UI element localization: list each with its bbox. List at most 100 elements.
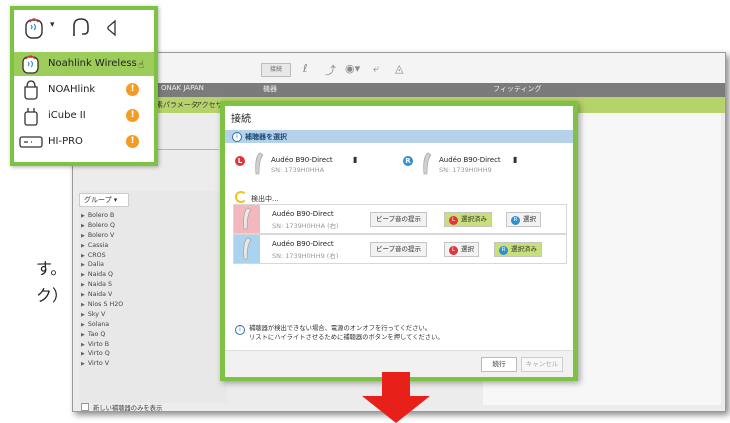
- hipro-icon: [19, 136, 43, 148]
- device-serial: SN: 1739H0HHA (右): [272, 222, 339, 230]
- dropdown-item-noahlink[interactable]: NOAHlink !: [14, 78, 154, 102]
- left-color-swatch: [234, 205, 260, 233]
- dropdown-toolbar: ▾: [14, 10, 154, 48]
- list-item[interactable]: Solana: [81, 320, 123, 330]
- select-right-label: 選択: [523, 215, 536, 223]
- info-icon: i: [235, 325, 245, 335]
- icube-icon: [24, 108, 38, 126]
- dropdown-item-label: HI-PRO: [48, 136, 83, 147]
- right-ear-icon: R: [499, 246, 508, 255]
- selected-left-model: Audéo B90-Direct: [271, 156, 333, 164]
- noahlink-wireless-icon[interactable]: [22, 14, 48, 40]
- warning-icon: !: [126, 135, 139, 148]
- list-item[interactable]: Dalia: [81, 260, 123, 270]
- list-item[interactable]: Virto Q: [81, 349, 123, 359]
- warning-icon: !: [126, 83, 139, 96]
- select-left-label: 選択: [461, 245, 474, 253]
- select-right-label: 選択済み: [511, 245, 537, 253]
- beep-button[interactable]: ビープ音の提示: [370, 212, 427, 227]
- doc-text-fragment: ク）: [36, 286, 69, 305]
- chevron-down-icon[interactable]: ▾: [50, 20, 55, 30]
- spinner-icon: [235, 191, 247, 203]
- device-model: Audéo B90-Direct: [272, 240, 334, 248]
- list-item[interactable]: Sky V: [81, 310, 123, 320]
- trash-icon[interactable]: ▮: [513, 155, 517, 164]
- list-item[interactable]: Naida V: [81, 290, 123, 300]
- checkbox-icon[interactable]: [81, 403, 89, 411]
- searching-status: 検出中...: [235, 191, 279, 204]
- hearing-aid-icon: [423, 152, 432, 175]
- right-ear-icon: R: [511, 216, 520, 225]
- device-group-list: Bolero B Bolero Q Bolero V Cassia CROS D…: [81, 211, 123, 369]
- select-left-button[interactable]: L 選択: [444, 242, 479, 257]
- selected-right-serial: SN: 1739H0HH9: [439, 166, 492, 174]
- noahlink-wireless-icon: [22, 55, 39, 74]
- doc-text-fragment: す。: [36, 259, 67, 278]
- left-ear-icon: L: [449, 216, 458, 225]
- connect-button[interactable]: 接続: [261, 63, 291, 77]
- list-item[interactable]: Naida S: [81, 280, 123, 290]
- device-serial: SN: 1739H0HH9 (右): [272, 252, 339, 260]
- noahlink-icon: [24, 80, 38, 100]
- tab-accessories[interactable]: アクセサ: [195, 100, 223, 110]
- dropdown-item-noahlink-wireless[interactable]: Noahlink Wireless ☝: [14, 52, 154, 76]
- list-item[interactable]: CROS: [81, 251, 123, 261]
- dropdown-item-label: NOAHlink: [48, 84, 96, 95]
- group-filter-button[interactable]: グループ ▾: [79, 193, 129, 207]
- noahlink-wireless-icon[interactable]: ◉▾: [345, 62, 360, 75]
- table-row[interactable]: Audéo B90-Direct SN: 1739H0HH9 (右) ビープ音の…: [233, 234, 567, 264]
- continue-button[interactable]: 続行: [481, 357, 517, 372]
- hearing-aid-icon: [255, 152, 264, 175]
- dropdown-item-label: iCube II: [48, 110, 86, 121]
- trash-icon[interactable]: ▮: [353, 155, 357, 164]
- device-interface-dropdown: ▾ Noahlink Wireless ☝ NOAHlink ! iCube I…: [10, 6, 158, 166]
- list-item[interactable]: Tao Q: [81, 330, 123, 340]
- selected-left-serial: SN: 1739H0HHA: [271, 166, 325, 174]
- connect-dialog: 接続 i 補聴器を選択 L Audéo B90-Direct SN: 1739H…: [220, 101, 578, 381]
- list-item[interactable]: Virto B: [81, 340, 123, 350]
- right-ear-badge: R: [403, 156, 413, 166]
- device-model: Audéo B90-Direct: [272, 210, 334, 218]
- cancel-button[interactable]: キャンセル: [521, 357, 563, 372]
- hearing-aid-icon[interactable]: ℓ: [303, 62, 308, 75]
- select-right-button[interactable]: R 選択済み: [494, 242, 542, 257]
- list-item[interactable]: Naida Q: [81, 270, 123, 280]
- list-item[interactable]: Bolero Q: [81, 221, 123, 231]
- section-label: 補聴器を選択: [245, 133, 287, 141]
- info-icon: i: [232, 132, 242, 142]
- show-new-only-checkbox[interactable]: 新しい補聴器のみを表示: [81, 403, 162, 412]
- ear-icon[interactable]: ⤶: [373, 62, 379, 76]
- right-color-swatch: [234, 235, 260, 263]
- header-fitting-label: フィッティング: [493, 85, 542, 93]
- table-row[interactable]: Audéo B90-Direct SN: 1739H0HHA (右) ビープ音の…: [233, 204, 567, 234]
- dropdown-item-icube[interactable]: iCube II !: [14, 104, 154, 128]
- info-line: リストにハイライトさせるために補聴器のボタンを押してください。: [249, 334, 444, 341]
- list-item[interactable]: Cassia: [81, 241, 123, 251]
- left-ear-badge: L: [235, 156, 245, 166]
- dialog-title: 接続: [231, 114, 251, 125]
- selected-right-model: Audéo B90-Direct: [439, 156, 501, 164]
- list-item[interactable]: Nios S H2O: [81, 300, 123, 310]
- select-left-button[interactable]: L 選択済み: [444, 212, 492, 227]
- section-header: i 補聴器を選択: [225, 130, 573, 143]
- speaker-icon[interactable]: [104, 18, 118, 38]
- headset-icon[interactable]: ⤴: [325, 62, 336, 78]
- cursor-icon: ☝: [138, 60, 145, 71]
- header-devices-label: 機器: [263, 85, 277, 93]
- select-right-button[interactable]: R 選択: [506, 212, 541, 227]
- app-header-bar: ONAK JAPAN 機器 フィッティング: [73, 83, 725, 97]
- headset-icon[interactable]: [70, 16, 92, 40]
- arrow-down-icon: [362, 372, 430, 423]
- list-item[interactable]: Bolero V: [81, 231, 123, 241]
- dropdown-item-hipro[interactable]: HI-PRO !: [14, 130, 154, 154]
- header-left-label: ONAK JAPAN: [161, 84, 204, 92]
- show-new-only-label: 新しい補聴器のみを表示: [93, 405, 163, 412]
- list-item[interactable]: Bolero B: [81, 211, 123, 221]
- mute-icon[interactable]: ◬: [395, 62, 403, 75]
- left-ear-icon: L: [449, 246, 458, 255]
- list-item[interactable]: Virto V: [81, 359, 123, 369]
- dropdown-item-label: Noahlink Wireless: [48, 58, 137, 69]
- beep-button[interactable]: ビープ音の提示: [370, 242, 427, 257]
- searching-label: 検出中...: [251, 195, 279, 203]
- select-left-label: 選択済み: [461, 215, 487, 223]
